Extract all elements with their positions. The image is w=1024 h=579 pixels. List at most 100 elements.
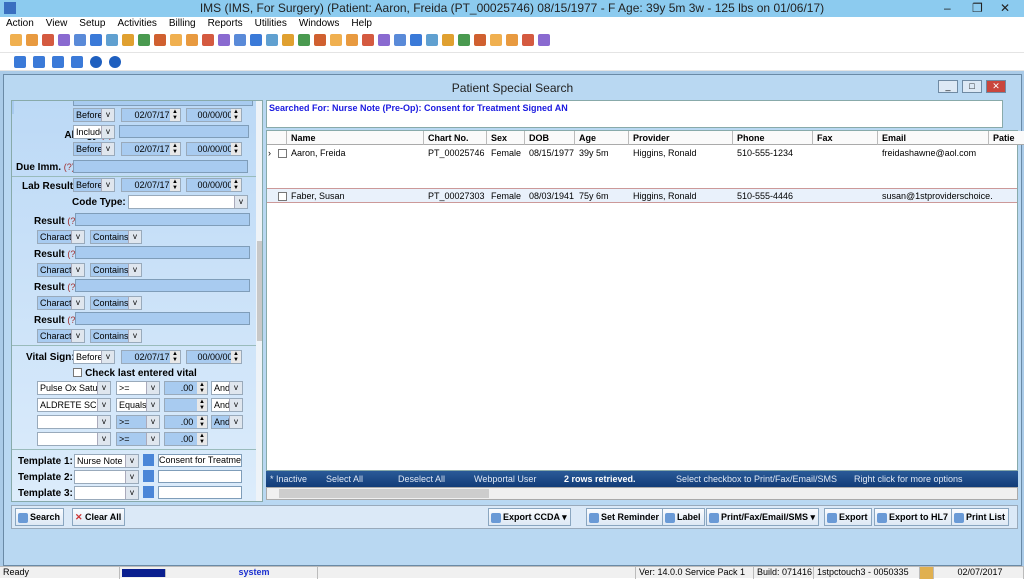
toolbar-tool-icon[interactable] [522,34,534,46]
print-fax-email-sms-button[interactable]: Print/Fax/Email/SMS ▾ [706,508,820,526]
toolbar-tool-icon[interactable] [538,34,550,46]
window-close-button[interactable]: ✕ [986,80,1006,93]
column-header-email[interactable]: Email [878,131,989,145]
result-field[interactable] [75,312,250,325]
toolbar-tool-icon[interactable] [394,34,406,46]
allergy-include-select[interactable]: Include v [73,125,115,139]
to-date[interactable]: 00/00/00 ▲ ▼ [186,108,242,122]
vital-value[interactable]: ▲ ▼ [164,398,208,412]
next-record-icon[interactable] [52,56,65,68]
vital-conjunction-select[interactable]: And v [211,381,243,395]
deselect-all-link[interactable]: Deselect All [398,471,445,487]
vital-name-select[interactable]: ALDRETE SCOF v [37,398,111,412]
toolbar-tool-icon[interactable] [10,34,22,46]
template-select[interactable]: v [74,486,139,500]
column-header-fax[interactable]: Fax [813,131,878,145]
check-last-vital[interactable]: Check last entered vital [73,367,197,379]
column-header-sex[interactable]: Sex [487,131,525,145]
toolbar-tool-icon[interactable] [202,34,214,46]
vital-conjunction-select[interactable]: And v [211,398,243,412]
toolbar-tool-icon[interactable] [426,34,438,46]
code-type-select[interactable]: v [128,195,248,209]
vital-operator-select[interactable]: Equals v [116,398,160,412]
menu-windows[interactable]: Windows [293,17,346,31]
prior-field[interactable] [73,101,253,106]
toolbar-tool-icon[interactable] [298,34,310,46]
first-record-icon[interactable] [14,56,26,68]
row-checkbox[interactable] [278,149,287,158]
allergy-field[interactable] [119,125,249,138]
result-operator-select[interactable]: Contains v [90,263,142,277]
column-header-dob[interactable]: DOB [525,131,575,145]
set-reminder-button[interactable]: Set Reminder [586,508,664,526]
template-select[interactable]: v [74,470,139,484]
result-type-select[interactable]: Character v [37,329,85,343]
row-checkbox[interactable] [278,192,287,201]
toolbar-tool-icon[interactable] [362,34,374,46]
label-button[interactable]: Label [662,508,705,526]
template-picker-icon[interactable] [143,454,154,466]
result-type-select[interactable]: Character v [37,296,85,310]
toolbar-tool-icon[interactable] [90,34,102,46]
toolbar-tool-icon[interactable] [378,34,390,46]
toolbar-tool-icon[interactable] [346,34,358,46]
result-field[interactable] [75,246,250,259]
toolbar-tool-icon[interactable] [410,34,422,46]
toolbar-tool-icon[interactable] [138,34,150,46]
toolbar-tool-icon[interactable] [186,34,198,46]
toolbar-tool-icon[interactable] [218,34,230,46]
template-text-field[interactable] [158,470,242,483]
result-operator-select[interactable]: Contains v [90,230,142,244]
help-icon[interactable] [90,56,103,68]
close-button[interactable]: ✕ [1000,0,1010,17]
allergy-to-date[interactable]: 00/00/00 ▲ ▼ [186,142,242,156]
toolbar-tool-icon[interactable] [474,34,486,46]
clear-all-button[interactable]: ✕ Clear All [72,508,126,526]
column-header-chartno[interactable]: Chart No. [424,131,487,145]
table-row[interactable]: › Aaron, Freida PT_00025746 Female 08/15/197… [267,146,1017,188]
export-ccda-button[interactable]: Export CCDA ▾ [488,508,571,526]
result-operator-select[interactable]: Contains v [90,329,142,343]
vital-date-select[interactable]: Before v [73,350,115,364]
vital-value[interactable]: .00 ▲ ▼ [164,381,208,395]
last-record-icon[interactable] [71,56,84,68]
toolbar-tool-icon[interactable] [106,34,118,46]
date-filter-select[interactable]: Before v [73,108,115,122]
window-minimize-button[interactable]: _ [938,80,958,93]
toolbar-tool-icon[interactable] [170,34,182,46]
minimize-button[interactable]: ‒ [944,0,951,17]
toolbar-tool-icon[interactable] [490,34,502,46]
menu-setup[interactable]: Setup [73,17,111,31]
template-picker-icon[interactable] [143,486,154,498]
lab-to-date[interactable]: 00/00/00 ▲ ▼ [186,178,242,192]
menu-reports[interactable]: Reports [202,17,249,31]
lab-from-date[interactable]: 02/07/17 ▲ ▼ [121,178,181,192]
toolbar-tool-icon[interactable] [314,34,326,46]
menu-view[interactable]: View [40,17,74,31]
lab-date-select[interactable]: Before v [73,178,115,192]
grid-horizontal-scrollbar[interactable] [266,487,1018,500]
template-picker-icon[interactable] [143,470,154,482]
allergy-from-date[interactable]: 02/07/17 ▲ ▼ [121,142,181,156]
vital-operator-select[interactable]: >= v [116,381,160,395]
result-type-select[interactable]: Character v [37,230,85,244]
select-all-link[interactable]: Select All [326,471,363,487]
print-list-button[interactable]: Print List [951,508,1010,526]
menu-activities[interactable]: Activities [111,17,162,31]
template-text-field[interactable] [158,486,242,499]
exit-icon[interactable] [109,56,122,68]
search-button[interactable]: Search [15,508,65,526]
criteria-scrollbar[interactable] [256,101,262,501]
checkbox[interactable] [73,368,82,377]
vital-operator-select[interactable]: >= v [116,432,160,446]
vital-operator-select[interactable]: >= v [116,415,160,429]
result-value-field[interactable] [12,101,14,114]
column-header-provider[interactable]: Provider [629,131,733,145]
menu-billing[interactable]: Billing [163,17,202,31]
toolbar-tool-icon[interactable] [26,34,38,46]
column-header-name[interactable]: Name [287,131,424,145]
allergy-date-select[interactable]: Before v [73,142,115,156]
column-header-age[interactable]: Age [575,131,629,145]
toolbar-tool-icon[interactable] [122,34,134,46]
menu-help[interactable]: Help [345,17,378,31]
